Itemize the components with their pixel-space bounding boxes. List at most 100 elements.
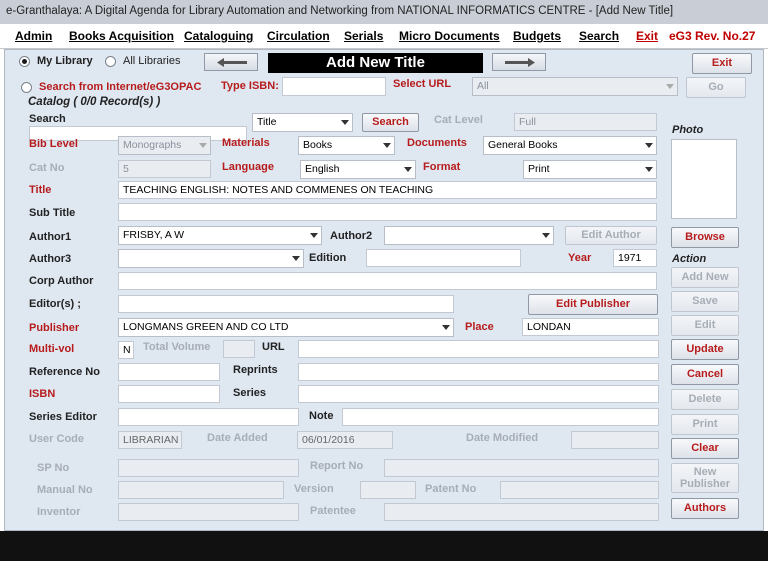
window-title: e-Granthalaya: A Digital Agenda for Libr… [6,5,674,17]
url-label: URL [262,341,285,353]
edit-publisher-button[interactable]: Edit Publisher [528,294,658,315]
cat-no-label: Cat No [29,162,65,174]
report-no-label: Report No [310,460,364,472]
menu-serials[interactable]: Serials [344,29,383,43]
isbn-label: ISBN [29,388,56,400]
series-editor-input[interactable] [118,408,299,426]
editors-input[interactable] [118,295,454,313]
window-titlebar: e-Granthalaya: A Digital Agenda for Libr… [0,0,768,25]
go-button[interactable]: Go [686,77,746,98]
sp-no-input[interactable] [118,459,299,477]
date-added-input[interactable]: 06/01/2016 [297,431,393,449]
series-input[interactable] [298,385,659,403]
delete-button[interactable]: Delete [671,389,739,410]
my-library-label: My Library [37,55,93,67]
patentee-input[interactable] [384,503,659,521]
language-dropdown[interactable]: English [300,160,416,179]
browse-button[interactable]: Browse [671,227,739,248]
note-label: Note [309,410,334,422]
reprints-input[interactable] [298,363,659,381]
date-modified-input[interactable] [571,431,659,449]
manual-no-input[interactable] [118,481,284,499]
publisher-dropdown[interactable]: LONGMANS GREEN AND CO LTD [118,318,454,337]
place-label: Place [465,321,494,333]
bib-level-dropdown[interactable]: Monographs [118,136,211,155]
report-no-input[interactable] [384,459,659,477]
update-button[interactable]: Update [671,339,739,360]
author2-label: Author2 [330,230,373,242]
exit-button[interactable]: Exit [692,53,752,74]
author3-dropdown[interactable] [118,249,304,268]
chevron-down-icon [199,143,207,148]
inventor-input[interactable] [118,503,299,521]
note-input[interactable] [342,408,659,426]
action-label: Action [672,253,707,265]
total-volume-label: Total Volume [143,341,211,353]
isbn-input[interactable] [118,385,220,403]
edit-button[interactable]: Edit [671,315,739,336]
menu-circulation[interactable]: Circulation [267,29,330,43]
menu-books-acquisition[interactable]: Books Acquisition [69,29,174,43]
version-input[interactable] [360,481,416,499]
menu-bar: Admin Books Acquisition Cataloguing Circ… [0,24,768,49]
menu-admin[interactable]: Admin [15,29,52,43]
authors-button[interactable]: Authors [671,498,739,519]
corp-author-input[interactable] [118,272,657,290]
menu-budgets[interactable]: Budgets [513,29,561,43]
search-internet-radio[interactable] [21,82,32,93]
cat-no-input[interactable]: 5 [118,160,211,178]
print-button[interactable]: Print [671,414,739,435]
bib-level-label: Bib Level [29,138,78,150]
format-dropdown[interactable]: Print [523,160,657,179]
author1-dropdown[interactable]: FRISBY, A W [118,226,322,245]
reference-no-input[interactable] [118,363,220,381]
edit-author-button[interactable]: Edit Author [565,226,657,245]
subtitle-input[interactable] [118,203,657,221]
language-label: Language [222,161,274,173]
cancel-button[interactable]: Cancel [671,364,739,385]
search-internet-label: Search from Internet/eG3OPAC [39,81,202,93]
bottom-bar [0,531,768,561]
author2-dropdown[interactable] [384,226,554,245]
corp-author-label: Corp Author [29,275,94,287]
title-input[interactable]: TEACHING ENGLISH: NOTES AND COMMENES ON … [118,181,657,199]
menu-micro-documents[interactable]: Micro Documents [399,29,500,43]
next-record-button[interactable] [492,53,546,71]
menu-cataloguing[interactable]: Cataloguing [184,29,253,43]
publisher-label: Publisher [29,322,80,334]
photo-box [671,139,737,219]
edition-input[interactable] [366,249,521,267]
year-input[interactable]: 1971 [613,249,657,267]
url-input[interactable] [298,340,659,358]
select-url-dropdown[interactable]: All [472,77,678,96]
patent-no-label: Patent No [425,483,477,495]
menu-exit[interactable]: Exit [636,29,658,43]
clear-button[interactable]: Clear [671,438,739,459]
type-isbn-input[interactable] [282,77,386,96]
user-code-input[interactable]: LIBRARIAN [118,431,182,449]
photo-label: Photo [672,124,704,136]
previous-record-button[interactable] [204,53,258,71]
multivol-input[interactable]: N [118,341,134,359]
my-library-radio[interactable] [19,56,30,67]
user-code-label: User Code [29,433,85,445]
catalog-count: Catalog ( 0/0 Record(s) ) [28,96,161,108]
new-publisher-button[interactable]: New Publisher [671,463,739,493]
patent-no-input[interactable] [500,481,659,499]
reference-no-label: Reference No [29,366,100,378]
save-button[interactable]: Save [671,291,739,312]
place-input[interactable]: LONDAN [522,318,659,336]
cat-level-input[interactable]: Full [514,113,657,131]
documents-dropdown[interactable]: General Books [483,136,657,155]
chevron-down-icon [645,143,653,148]
materials-dropdown[interactable]: Books [298,136,395,155]
series-editor-label: Series Editor [29,411,97,423]
total-volume-input[interactable] [223,340,255,358]
search-field-dropdown[interactable]: Title [252,113,353,132]
menu-search[interactable]: Search [579,29,619,43]
search-button[interactable]: Search [362,113,419,132]
multivol-label: Multi-vol [29,343,75,355]
all-libraries-radio[interactable] [105,56,116,67]
add-new-button[interactable]: Add New [671,267,739,288]
series-label: Series [233,387,267,399]
